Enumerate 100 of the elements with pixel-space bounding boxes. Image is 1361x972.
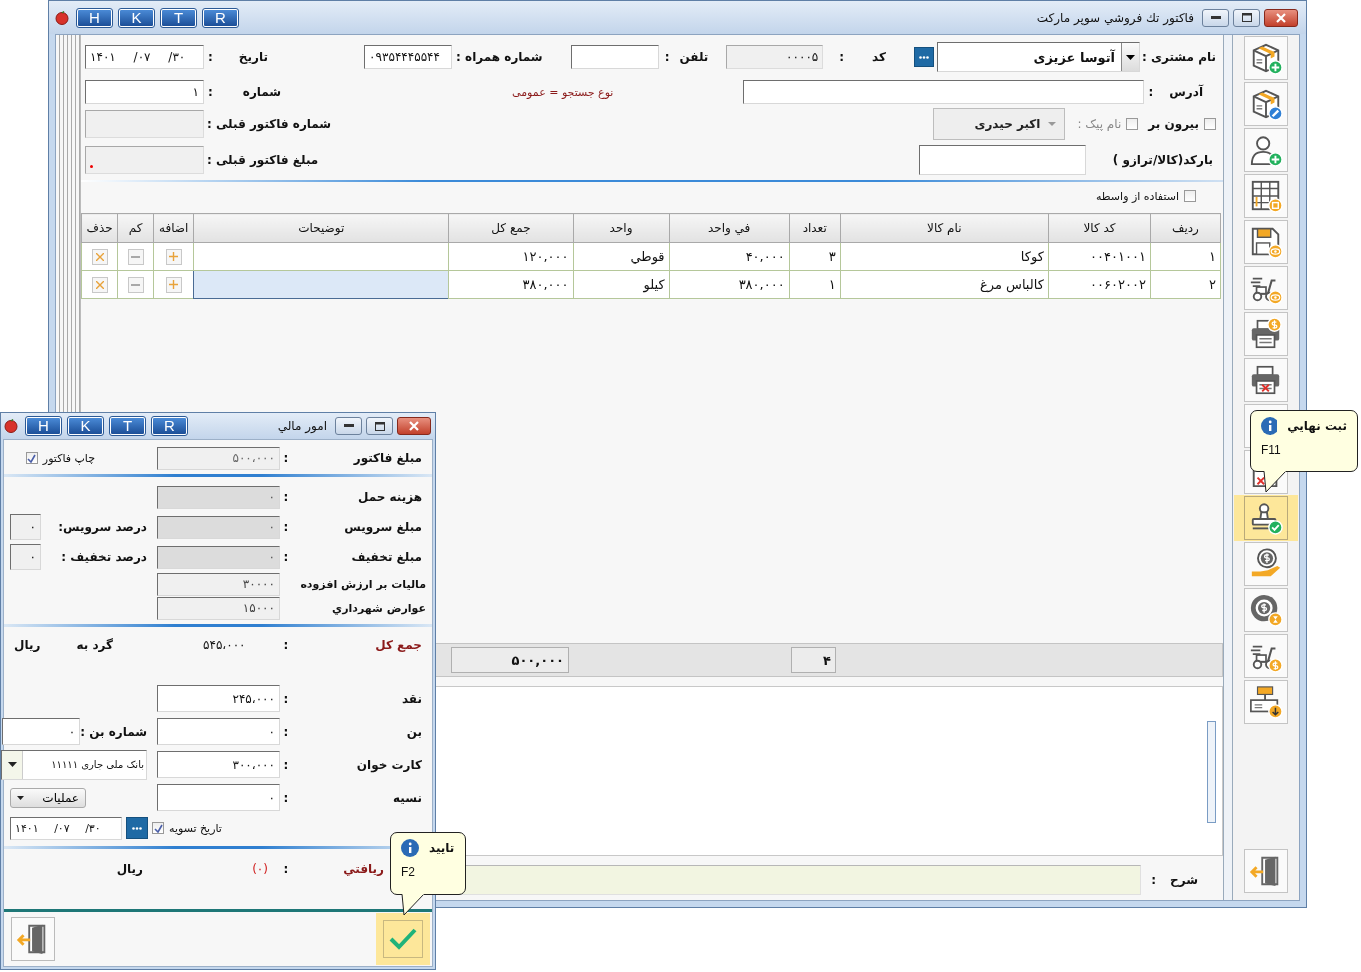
phone-field[interactable] [570, 45, 659, 69]
column-header[interactable]: اضافه [153, 213, 194, 243]
date-field[interactable]: ۱۴۰۱ /۰۷ /۳۰ [85, 45, 204, 69]
colon: : [1148, 85, 1154, 99]
colon: : [282, 862, 290, 876]
field-label: مبلغ تخفيف [351, 550, 422, 564]
barcode-field[interactable] [918, 145, 1086, 175]
quick-button[interactable]: K [119, 8, 154, 27]
colon: : [282, 490, 290, 504]
column-header[interactable]: کم [117, 213, 154, 243]
plus-icon [169, 280, 179, 290]
toolbar-button[interactable] [1244, 358, 1288, 402]
quick-button[interactable]: R [203, 8, 238, 27]
field-label: تاريخ [238, 50, 268, 64]
quick-button[interactable]: K [68, 417, 103, 435]
table-cell: کیلو [573, 270, 670, 299]
field-label: جمع کل [375, 638, 422, 652]
previous-invoice-number-field[interactable] [85, 110, 204, 138]
info-icon [401, 839, 419, 857]
field-label: آدرس [1169, 85, 1203, 99]
column-header[interactable]: نام کالا [840, 213, 1049, 243]
column-header[interactable]: کد کالا [1048, 213, 1151, 243]
maximize-button[interactable] [366, 417, 393, 435]
column-header[interactable]: جمع کل [448, 213, 573, 243]
amount-field[interactable]: ۰ [157, 718, 280, 745]
exit-button[interactable] [1244, 849, 1288, 893]
toolbar-button[interactable] [1244, 312, 1288, 356]
round-label: گرد به [76, 638, 113, 652]
input-field[interactable]: ۰ [2, 718, 81, 745]
toolbar-button[interactable] [1244, 266, 1288, 310]
amount-field[interactable]: ۰ [157, 784, 280, 811]
minimize-button[interactable] [335, 417, 362, 435]
previous-invoice-amount-field[interactable] [85, 146, 204, 174]
toolbar-button[interactable] [1244, 588, 1288, 632]
quick-button[interactable]: R [152, 417, 187, 435]
colon: : [208, 50, 213, 64]
address-field[interactable] [743, 80, 1145, 104]
toolbar-button[interactable] [1244, 680, 1288, 724]
toolbar-button[interactable] [1244, 634, 1288, 678]
toolbar-button[interactable] [1244, 542, 1288, 586]
column-header[interactable]: واحد [573, 213, 670, 243]
field-label: مبلغ فاكتور [353, 451, 422, 465]
column-header[interactable]: توضيحات [193, 213, 449, 243]
field-label: شماره همراه : [456, 50, 543, 64]
toolbar-button[interactable] [1244, 220, 1288, 264]
quick-button[interactable]: T [161, 8, 196, 27]
customer-dropdown[interactable]: آتوسا عزیزی [937, 42, 1141, 72]
browse-button[interactable] [126, 817, 148, 839]
toolbar-button[interactable] [1244, 496, 1288, 540]
notes-cell[interactable] [193, 270, 449, 299]
date-field[interactable]: ۱۴۰۱ /۰۷ /۳۰ [10, 816, 122, 840]
search-mode-text: نوع جستجو = عمومی [512, 85, 614, 99]
tooltip-title: ثبت نهايي [1287, 419, 1347, 433]
toolbar-button[interactable] [1244, 36, 1288, 80]
checkbox[interactable]: بیرون بر [1148, 117, 1216, 131]
close-button[interactable] [397, 417, 431, 435]
mobile-field[interactable]: ۰۹۳۵۴۴۴۵۵۴۴ [364, 45, 453, 69]
input-field[interactable]: ۰ [10, 514, 41, 540]
checkbox[interactable]: استفاده از واسطه [1095, 189, 1196, 203]
bank-dropdown[interactable]: بانک ملی جاری ۱۱۱۱۱ [1, 749, 147, 780]
shortcut-text: F2 [401, 865, 415, 879]
column-header[interactable]: حذف [81, 213, 118, 243]
input-field[interactable]: ۰ [10, 544, 41, 570]
scrollbar[interactable] [1207, 721, 1216, 823]
number-field[interactable]: ۱ [85, 80, 204, 104]
minus-icon [131, 283, 141, 286]
column-header[interactable]: رديف [1150, 213, 1221, 243]
checkbox[interactable]: تاريخ تسويه [152, 821, 222, 835]
close-button[interactable] [1264, 8, 1298, 27]
toolbar-button[interactable] [1244, 82, 1288, 126]
quick-button[interactable]: T [110, 417, 145, 435]
quick-button[interactable]: H [77, 8, 112, 27]
operations-menu-button[interactable]: عمليات [10, 787, 86, 808]
colon: : [282, 724, 290, 739]
tooltip-title: تاييد [429, 841, 455, 855]
quick-button[interactable]: H [26, 417, 61, 435]
toolbar-button[interactable] [1244, 174, 1288, 218]
table-cell: ۰۰۶۰۲۰۰۲ [1048, 270, 1151, 299]
browse-button[interactable] [914, 47, 935, 67]
minimize-button[interactable] [1202, 8, 1229, 27]
amount-field[interactable]: ۲۴۵،۰۰۰ [157, 685, 280, 712]
amount-field[interactable]: ۱۵۰۰۰ [157, 596, 280, 620]
amount-field[interactable]: ۵۰۰،۰۰۰ [157, 446, 280, 470]
notes-cell[interactable] [193, 242, 449, 271]
column-header[interactable]: في واحد [669, 213, 790, 243]
total-quantity-field: ۴ [791, 647, 836, 673]
maximize-button[interactable] [1233, 8, 1260, 27]
table-cell: ۰۰۴۰۱۰۰۱ [1048, 242, 1151, 271]
amount-field[interactable]: ۳۰۰،۰۰۰ [157, 751, 280, 778]
amount-field[interactable]: ۳۰۰۰۰ [157, 572, 280, 596]
toolbar-button[interactable] [1244, 128, 1288, 172]
colon: : [282, 790, 290, 805]
field-label: نام مشتری : [1142, 50, 1216, 64]
column-header[interactable]: تعداد [789, 213, 841, 243]
code-field[interactable]: ۰۰۰۰۵ [726, 45, 824, 69]
checkbox[interactable]: چاپ فاكتور [25, 451, 95, 465]
printer-coin-icon [1249, 317, 1283, 351]
plus-icon [169, 252, 179, 262]
exit-button[interactable] [11, 917, 55, 961]
minus-icon [131, 255, 141, 258]
